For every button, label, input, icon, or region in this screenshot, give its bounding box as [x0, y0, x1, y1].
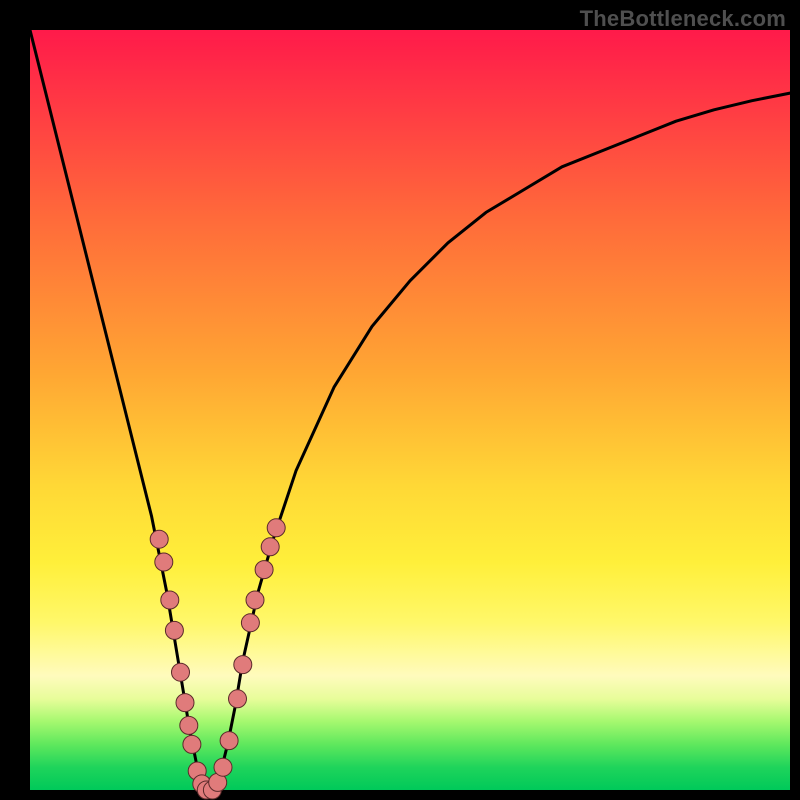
data-marker [183, 735, 201, 753]
chart-svg [0, 0, 800, 800]
chart-frame: TheBottleneck.com [0, 0, 800, 800]
bottleneck-curve [30, 30, 790, 790]
data-marker [214, 758, 232, 776]
data-marker [150, 530, 168, 548]
data-marker [246, 591, 264, 609]
data-marker [220, 732, 238, 750]
data-marker [261, 538, 279, 556]
data-marker [161, 591, 179, 609]
data-marker [234, 656, 252, 674]
data-marker [241, 614, 259, 632]
data-marker [255, 561, 273, 579]
data-marker [172, 663, 190, 681]
plot-border [30, 30, 791, 791]
data-marker [267, 519, 285, 537]
data-marker [155, 553, 173, 571]
data-marker [180, 716, 198, 734]
data-marker [229, 690, 247, 708]
data-marker [165, 621, 183, 639]
data-marker [176, 694, 194, 712]
